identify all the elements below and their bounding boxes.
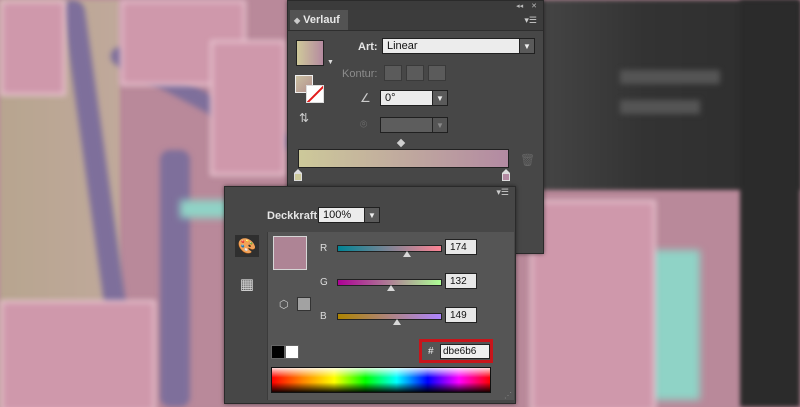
panel-titlebar: ◂◂ ✕ bbox=[288, 1, 543, 10]
hex-input[interactable] bbox=[440, 344, 490, 359]
chevron-down-icon: ▼ bbox=[432, 118, 447, 132]
gradient-preview-swatch[interactable] bbox=[296, 40, 324, 66]
white-swatch[interactable] bbox=[285, 345, 299, 359]
aspect-ratio-select[interactable]: ▼ bbox=[380, 117, 448, 133]
grid-icon: ▦ bbox=[239, 276, 255, 293]
r-label: R bbox=[320, 243, 328, 254]
web-safe-color-swatch[interactable] bbox=[297, 297, 311, 311]
angle-icon: ∠ bbox=[360, 91, 371, 105]
gradient-tab-strip: ◆ Verlauf ▾☰ bbox=[288, 10, 543, 31]
panel-menu-icon[interactable]: ▾☰ bbox=[496, 187, 509, 197]
hex-hash-label: # bbox=[428, 346, 434, 357]
close-icon[interactable]: ✕ bbox=[531, 2, 537, 10]
b-slider-thumb[interactable] bbox=[392, 319, 401, 325]
color-spectrum[interactable] bbox=[271, 367, 491, 393]
tab-verlauf[interactable]: ◆ Verlauf bbox=[290, 10, 348, 30]
gradient-stop-end[interactable] bbox=[502, 169, 510, 181]
stroke-across-button[interactable] bbox=[428, 65, 446, 81]
gradient-slider-bar[interactable] bbox=[298, 149, 509, 168]
angle-select[interactable]: 0° ▼ bbox=[380, 90, 448, 106]
cube-icon[interactable]: ⬡ bbox=[279, 298, 289, 311]
r-value-field[interactable]: 174 bbox=[445, 239, 477, 255]
stroke-within-button[interactable] bbox=[384, 65, 402, 81]
chevron-down-icon: ▼ bbox=[432, 91, 447, 105]
opacity-label: Deckkraft: bbox=[267, 210, 321, 222]
art-select-value: Linear bbox=[387, 40, 418, 52]
gradient-stop-start[interactable] bbox=[294, 169, 302, 181]
g-label: G bbox=[320, 277, 328, 288]
r-slider-thumb[interactable] bbox=[403, 251, 412, 257]
tab-verlauf-label: Verlauf bbox=[303, 14, 340, 26]
delete-stop-icon[interactable]: 🗑 bbox=[520, 153, 535, 167]
color-mode-tab[interactable]: 🎨 bbox=[235, 235, 259, 257]
gradient-presets-dropdown-icon[interactable]: ▼ bbox=[327, 59, 334, 66]
g-slider-thumb[interactable] bbox=[386, 285, 395, 291]
g-value: 132 bbox=[450, 275, 467, 287]
gradient-midpoint-handle[interactable] bbox=[396, 138, 406, 148]
collapse-icon[interactable]: ◂◂ bbox=[516, 2, 523, 10]
swatches-mode-tab[interactable]: ▦ bbox=[235, 273, 259, 295]
art-select[interactable]: Linear ▼ bbox=[382, 38, 535, 54]
b-label: B bbox=[320, 311, 327, 322]
aspect-ratio-icon: ⌾ bbox=[360, 117, 368, 131]
chevron-down-icon: ▼ bbox=[519, 39, 534, 53]
kontur-label: Kontur: bbox=[342, 68, 378, 80]
color-panel: ▾☰ Deckkraft: 100% ▼ 🎨 ▦ ⬡ R 174 G 132 B… bbox=[224, 186, 516, 404]
r-value: 174 bbox=[450, 241, 467, 253]
b-slider-track[interactable] bbox=[337, 313, 442, 320]
r-slider-track[interactable] bbox=[337, 245, 442, 252]
hex-highlight: # bbox=[419, 339, 493, 363]
g-value-field[interactable]: 132 bbox=[445, 273, 477, 289]
art-label: Art: bbox=[358, 41, 378, 53]
panel-menu-icon[interactable]: ▾☰ bbox=[524, 15, 537, 26]
stroke-along-button[interactable] bbox=[406, 65, 424, 81]
current-color-swatch[interactable] bbox=[273, 236, 307, 270]
b-value: 149 bbox=[450, 309, 467, 321]
tab-toggle-icon[interactable]: ◆ bbox=[294, 16, 300, 25]
reverse-gradient-icon[interactable]: ⇅ bbox=[299, 111, 315, 125]
b-value-field[interactable]: 149 bbox=[445, 307, 477, 323]
chevron-down-icon: ▼ bbox=[364, 208, 379, 222]
opacity-value: 100% bbox=[323, 209, 352, 221]
angle-value: 0° bbox=[385, 92, 396, 104]
black-swatch[interactable] bbox=[271, 345, 285, 359]
stroke-swatch[interactable] bbox=[306, 85, 324, 103]
opacity-select[interactable]: 100% ▼ bbox=[318, 207, 380, 223]
palette-icon: 🎨 bbox=[237, 238, 257, 255]
resize-grip-icon[interactable]: ⋰ bbox=[504, 391, 512, 400]
